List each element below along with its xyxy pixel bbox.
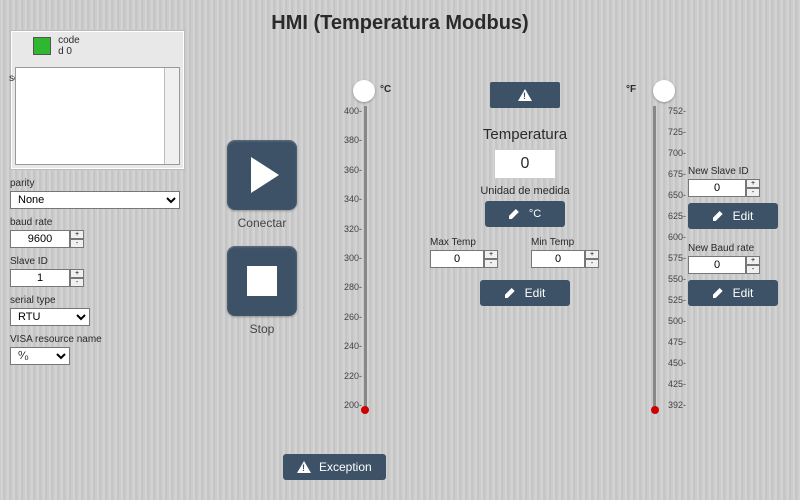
action-column: Conectar Stop bbox=[218, 140, 306, 352]
thermometer-celsius: °C 400-380-360-340-320-300-280-260-240-2… bbox=[340, 80, 380, 420]
new-baud-input[interactable] bbox=[688, 256, 746, 274]
nb-down[interactable]: - bbox=[746, 265, 760, 274]
source-box: coded 0 source bbox=[10, 30, 185, 170]
source-list[interactable] bbox=[15, 67, 180, 165]
pencil-icon bbox=[713, 288, 723, 298]
unit-c: °C bbox=[380, 84, 391, 95]
baud-down[interactable]: - bbox=[70, 239, 84, 248]
ns-down[interactable]: - bbox=[746, 188, 760, 197]
slave-down[interactable]: - bbox=[70, 278, 84, 287]
slave-label: Slave ID bbox=[10, 256, 185, 267]
thermo-top bbox=[353, 80, 375, 102]
center-panel: Temperatura 0 Unidad de medida °C Max Te… bbox=[430, 82, 620, 306]
nb-up[interactable]: + bbox=[746, 256, 760, 265]
visa-label: VISA resource name bbox=[10, 334, 185, 345]
min-up[interactable]: + bbox=[585, 250, 599, 259]
temperature-value: 0 bbox=[494, 149, 556, 179]
exception-button[interactable]: Exception bbox=[283, 454, 386, 480]
thermo-top bbox=[653, 80, 675, 102]
serial-select[interactable]: RTU bbox=[10, 308, 90, 326]
max-down[interactable]: - bbox=[484, 259, 498, 268]
pencil-icon bbox=[505, 288, 515, 298]
slave-edit-button[interactable]: Edit bbox=[688, 203, 778, 229]
thermometer-fahrenheit: °F 752-725-700-675-650-625-600-575-550-5… bbox=[640, 80, 680, 420]
unit-button[interactable]: °C bbox=[485, 201, 565, 227]
baud-edit-button[interactable]: Edit bbox=[688, 280, 778, 306]
new-slave-input[interactable] bbox=[688, 179, 746, 197]
left-panel: coded 0 source parity None baud rate +- … bbox=[10, 30, 185, 365]
baud-input[interactable] bbox=[10, 230, 70, 248]
pencil-icon bbox=[713, 211, 723, 221]
connect-label: Conectar bbox=[218, 216, 306, 230]
code-label: coded 0 bbox=[58, 35, 80, 57]
connect-button[interactable] bbox=[227, 140, 297, 210]
max-up[interactable]: + bbox=[484, 250, 498, 259]
baud-up[interactable]: + bbox=[70, 230, 84, 239]
stop-button[interactable] bbox=[227, 246, 297, 316]
temperature-label: Temperatura bbox=[430, 126, 620, 143]
stop-icon bbox=[247, 266, 277, 296]
status-indicator bbox=[33, 37, 51, 55]
pencil-icon bbox=[509, 209, 519, 219]
stop-label: Stop bbox=[218, 322, 306, 336]
temp-edit-button[interactable]: Edit bbox=[480, 280, 570, 306]
warning-indicator bbox=[490, 82, 560, 108]
min-temp-label: Min Temp bbox=[531, 237, 620, 248]
right-panel: New Slave ID +- Edit New Baud rate +- Ed… bbox=[688, 158, 788, 320]
play-icon bbox=[251, 157, 279, 193]
new-baud-label: New Baud rate bbox=[688, 243, 788, 254]
parity-select[interactable]: None bbox=[10, 191, 180, 209]
warning-icon bbox=[297, 461, 311, 473]
visa-select[interactable]: ⁰⁄₀ bbox=[10, 347, 70, 365]
min-down[interactable]: - bbox=[585, 259, 599, 268]
serial-label: serial type bbox=[10, 295, 185, 306]
baud-label: baud rate bbox=[10, 217, 185, 228]
warning-icon bbox=[518, 89, 532, 101]
ns-up[interactable]: + bbox=[746, 179, 760, 188]
min-temp-input[interactable] bbox=[531, 250, 585, 268]
unit-label: Unidad de medida bbox=[430, 185, 620, 197]
max-temp-input[interactable] bbox=[430, 250, 484, 268]
slave-up[interactable]: + bbox=[70, 269, 84, 278]
slave-input[interactable] bbox=[10, 269, 70, 287]
unit-f: °F bbox=[626, 84, 636, 95]
max-temp-label: Max Temp bbox=[430, 237, 519, 248]
parity-label: parity bbox=[10, 178, 185, 189]
new-slave-label: New Slave ID bbox=[688, 166, 788, 177]
